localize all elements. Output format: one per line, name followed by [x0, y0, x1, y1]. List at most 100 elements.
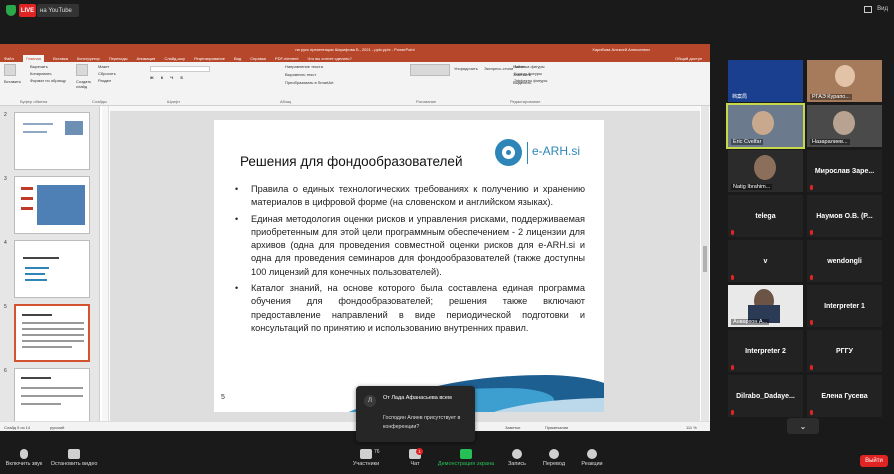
participant-tile[interactable]: РГАЭ Курапо... — [807, 60, 882, 102]
share-screen-button[interactable]: Демонстрация экрана — [436, 449, 496, 467]
format-painter-button[interactable]: Формат по образцу — [30, 78, 66, 83]
font-group: Ж К Ч S — [150, 66, 270, 86]
participant-tile[interactable]: wendongli — [807, 240, 882, 282]
live-on-youtube-button[interactable]: на YouTube — [37, 4, 79, 17]
participant-tile[interactable]: telega — [728, 195, 803, 237]
meeting-toolbar: Включить звук Остановить видео Участники… — [0, 446, 894, 474]
tab-animation[interactable]: Анимация — [137, 56, 156, 61]
slide-thumbnails-pane[interactable]: 2 3 4 5 6 — [0, 106, 100, 426]
select-button[interactable]: Выделить — [513, 80, 531, 85]
shapes-gallery[interactable] — [410, 64, 450, 76]
ppt-user-name: Харибова Алексей Алексеевич — [592, 46, 650, 52]
find-button[interactable]: Найти — [513, 64, 531, 69]
smiley-icon — [587, 449, 597, 459]
replace-button[interactable]: Заменить — [513, 72, 531, 77]
cut-button[interactable]: Вырезать — [30, 64, 48, 69]
slide-thumbnail[interactable] — [14, 112, 90, 170]
tab-help[interactable]: Справка — [250, 56, 266, 61]
tab-design[interactable]: Конструктор — [77, 56, 100, 61]
arrange-button[interactable]: Упорядочить — [454, 66, 478, 71]
participant-tile[interactable]: Natig Ibrahim... — [728, 150, 803, 192]
interpretation-button[interactable]: Перевод — [540, 449, 568, 467]
slide-thumbnail[interactable] — [14, 176, 90, 234]
slide-thumbnail[interactable] — [14, 240, 90, 298]
bullet-item: Правила о единых технологических требова… — [235, 183, 585, 210]
new-slide-icon[interactable] — [76, 64, 88, 76]
participant-tile[interactable]: 档案局 — [728, 60, 803, 102]
new-slide-button[interactable]: Создать слайд — [76, 79, 96, 89]
tab-pdf-element[interactable]: PDF-element — [275, 56, 299, 61]
quick-styles-button[interactable]: Экспресс-стили — [484, 66, 513, 71]
slide-thumbnail[interactable] — [14, 368, 90, 426]
tab-slideshow[interactable]: Слайд-шоу — [164, 56, 185, 61]
participant-name: Interpreter 2 — [745, 347, 786, 355]
layout-button[interactable]: Макет — [98, 64, 109, 69]
tab-file[interactable]: Файл — [4, 56, 14, 61]
gallery-next-page-button[interactable]: ⌄ — [787, 418, 819, 434]
tab-transitions[interactable]: Переходы — [109, 56, 128, 61]
participant-tile[interactable]: Елена Гусева — [807, 375, 882, 417]
tab-insert[interactable]: Вставка — [53, 56, 68, 61]
participants-label: Участники — [352, 461, 380, 467]
participant-name: Interpreter 1 — [824, 302, 865, 310]
comments-button[interactable]: Примечания — [545, 425, 568, 430]
current-slide: Решения для фондообразователей e-ARH.si … — [214, 120, 604, 412]
font-name-select[interactable] — [150, 66, 210, 72]
participant-name: Eric Cvelfar — [731, 139, 764, 145]
vertical-scrollbar[interactable] — [701, 106, 709, 421]
participant-name: v — [763, 257, 768, 265]
bullet-item: Каталог знаний, на основе которого была … — [235, 282, 585, 335]
participant-tile[interactable]: v — [728, 240, 803, 282]
stop-video-button[interactable]: Остановить видео — [50, 449, 98, 467]
slide-thumbnail-selected[interactable] — [14, 304, 90, 362]
copy-button[interactable]: Копировать — [30, 71, 52, 76]
chat-notification[interactable]: Л От Лада Афанасьева всем Господин Алиев… — [356, 386, 475, 442]
participants-button[interactable]: Участники 76 — [350, 449, 382, 467]
paragraph-label: Абзац — [280, 99, 292, 104]
convert-smartart-button[interactable]: Преобразовать в SmartArt — [285, 80, 334, 85]
leave-meeting-button[interactable]: Выйти — [860, 455, 888, 467]
paste-button[interactable]: Вставить — [4, 79, 21, 84]
participant-tile[interactable]: Dilrabo_Dadaye... — [728, 375, 803, 417]
ppt-ribbon-tabs: Файл Главная Вставка Конструктор Переход… — [0, 54, 710, 62]
tab-review[interactable]: Рецензирование — [194, 56, 225, 61]
tell-me-search[interactable]: Что вы хотите сделать? — [307, 56, 351, 61]
section-button[interactable]: Раздел — [98, 78, 111, 83]
language-indicator[interactable]: русский — [50, 425, 64, 430]
participant-tile[interactable]: Анвархон А... — [728, 285, 803, 327]
shield-icon[interactable] — [6, 5, 16, 16]
interpretation-label: Перевод — [542, 461, 566, 467]
paste-icon[interactable] — [4, 64, 16, 76]
thumb-number: 2 — [4, 112, 7, 118]
participant-tile[interactable]: Назаралиев... — [807, 105, 882, 147]
slides-group: Создать слайд Макет Сбросить Раздел — [76, 64, 116, 89]
participant-tile-active-speaker[interactable]: Eric Cvelfar — [726, 103, 805, 149]
participant-name: Мирослав Заре... — [814, 167, 875, 175]
reset-button[interactable]: Сбросить — [98, 71, 116, 76]
participant-tile[interactable]: Interpreter 1 — [807, 285, 882, 327]
notes-button[interactable]: Заметки — [505, 425, 520, 430]
chat-button[interactable]: Чат 1 — [404, 448, 426, 467]
participant-tile[interactable]: Interpreter 2 — [728, 330, 803, 372]
reactions-button[interactable]: Реакции — [578, 449, 606, 467]
align-text-button[interactable]: Выровнять текст — [285, 72, 334, 77]
tab-home[interactable]: Главная — [22, 54, 45, 62]
zoom-level[interactable]: 111 % — [686, 425, 697, 430]
font-format-buttons[interactable]: Ж К Ч S — [150, 75, 270, 80]
share-button[interactable]: Общий доступ — [675, 56, 702, 61]
view-button[interactable]: Вид — [877, 6, 888, 12]
record-button[interactable]: Запись — [504, 449, 530, 467]
mic-muted-icon — [810, 275, 813, 280]
participant-tile[interactable]: РГГУ — [807, 330, 882, 372]
mic-muted-icon — [731, 410, 734, 415]
editing-group: Найти Заменить Выделить — [513, 64, 531, 85]
participant-name: РГАЭ Курапо... — [810, 94, 852, 100]
participant-tile[interactable]: Наумов О.В. (Р... — [807, 195, 882, 237]
slide-number: 5 — [221, 394, 225, 401]
tab-view[interactable]: Вид — [234, 56, 241, 61]
participant-tile[interactable]: Мирослав Заре... — [807, 150, 882, 192]
grid-view-icon[interactable] — [864, 6, 872, 13]
unmute-button[interactable]: Включить звук — [4, 449, 44, 467]
text-direction-button[interactable]: Направление текста — [285, 64, 334, 69]
live-badge[interactable]: LIVE — [19, 4, 36, 17]
